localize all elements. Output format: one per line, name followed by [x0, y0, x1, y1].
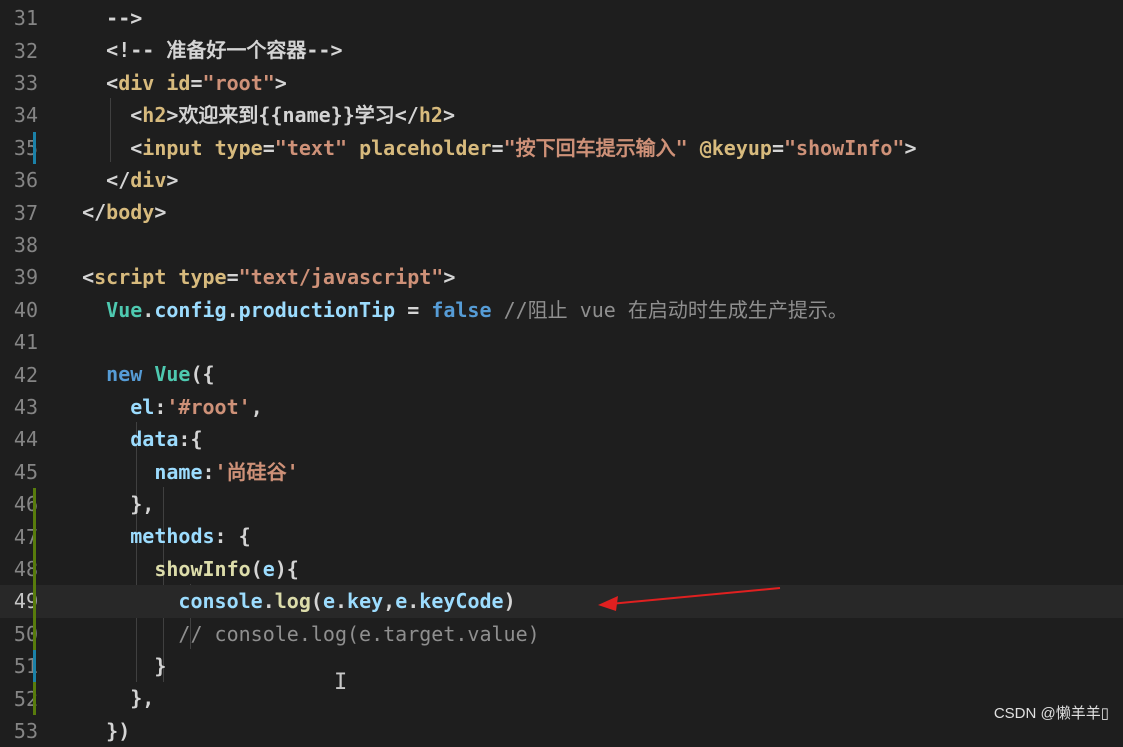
watermark: CSDN @懒羊羊▯ — [993, 705, 1109, 722]
annotation-arrow — [598, 587, 781, 611]
text-cursor-icon: I — [334, 670, 348, 695]
code-editor[interactable]: 31 --> 32 <!-- 准备好一个容器--> 33 <div id="root… — [0, 0, 1123, 743]
